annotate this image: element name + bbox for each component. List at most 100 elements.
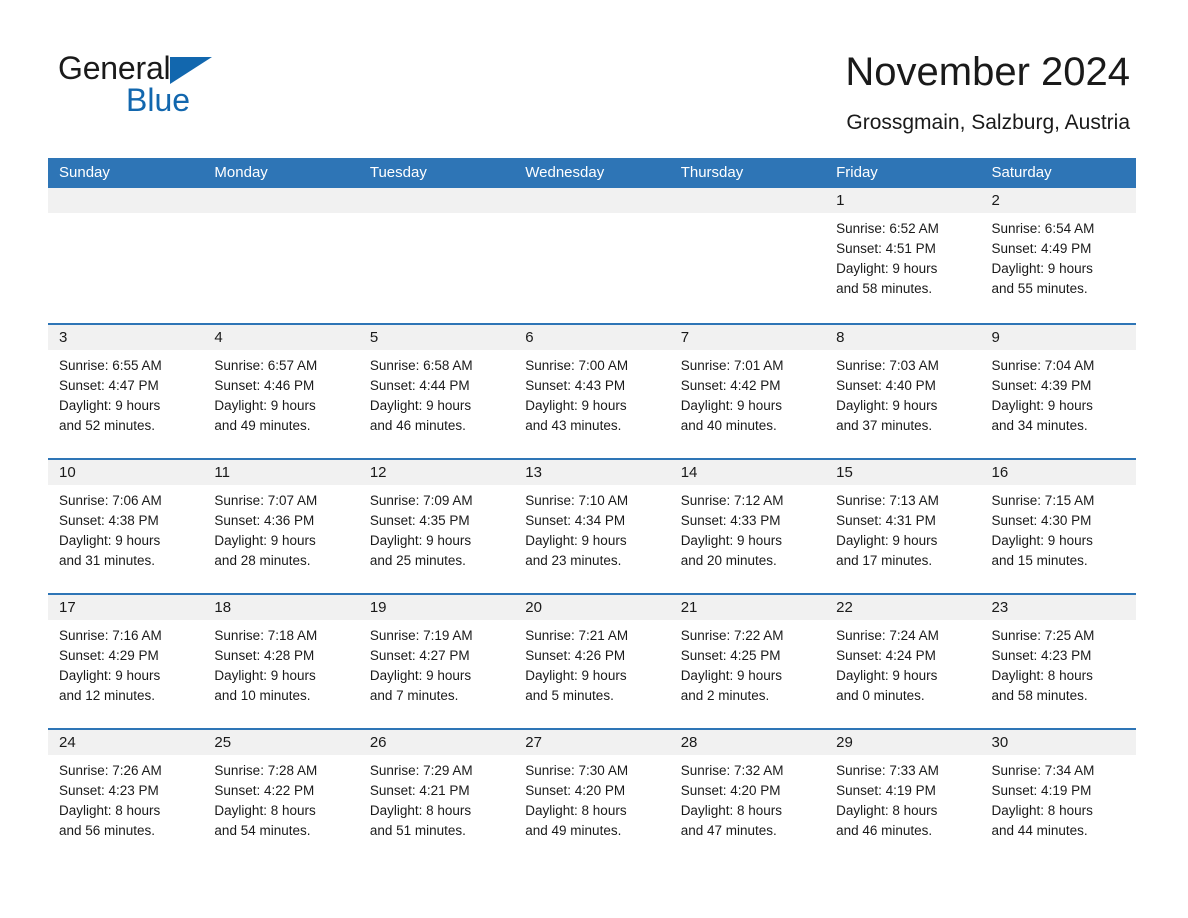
daylight-text-line2: and 28 minutes. <box>214 553 311 568</box>
daylight-text-line2: and 44 minutes. <box>991 823 1088 838</box>
daylight-text-line2: and 49 minutes. <box>525 823 622 838</box>
daylight-text-line1: Daylight: 9 hours <box>836 668 938 683</box>
weekday-header-row: Sunday Monday Tuesday Wednesday Thursday… <box>48 158 1136 188</box>
sunrise-text: Sunrise: 7:00 AM <box>525 358 629 373</box>
sunset-text: Sunset: 4:34 PM <box>525 513 626 528</box>
sunset-text: Sunset: 4:22 PM <box>214 783 315 798</box>
sunset-text: Sunset: 4:35 PM <box>369 513 470 528</box>
day-number <box>681 188 817 213</box>
daylight-text-line1: Daylight: 9 hours <box>214 668 316 683</box>
daylight-text-line2: and 58 minutes. <box>991 688 1088 703</box>
day-number: 6 <box>525 329 534 346</box>
day-number: 26 <box>369 734 387 751</box>
sunrise-text: Sunrise: 7:26 AM <box>59 763 162 778</box>
calendar-day-cell-empty <box>203 188 358 323</box>
calendar-day-cell[interactable]: 9 Sunrise: 7:04 AM Sunset: 4:39 PM Daylight… <box>981 325 1136 458</box>
daylight-text-line1: Daylight: 9 hours <box>836 261 938 276</box>
calendar-day-cell[interactable]: 3 Sunrise: 6:55 AM Sunset: 4:47 PM Daylight… <box>48 325 203 458</box>
daylight-text-line2: and 46 minutes. <box>836 823 933 838</box>
calendar-day-cell[interactable]: 8 Sunrise: 7:03 AM Sunset: 4:40 PM Daylight… <box>825 325 980 458</box>
sunrise-text: Sunrise: 6:54 AM <box>991 221 1095 236</box>
calendar-day-cell[interactable]: 7 Sunrise: 7:01 AM Sunset: 4:42 PM Daylight… <box>670 325 825 458</box>
daylight-text-line2: and 15 minutes. <box>991 553 1088 568</box>
calendar-day-cell[interactable]: 4 Sunrise: 6:57 AM Sunset: 4:46 PM Daylight… <box>203 325 358 458</box>
sunrise-text: Sunrise: 7:34 AM <box>991 763 1095 778</box>
calendar-day-cell[interactable]: 22 Sunrise: 7:24 AM Sunset: 4:24 PM Dayligh… <box>825 595 980 728</box>
day-sun-info: Sunrise: 6:55 AM Sunset: 4:47 PM Daylight:… <box>59 356 195 436</box>
day-number: 2 <box>991 192 1000 209</box>
day-number: 21 <box>680 599 698 616</box>
daylight-text-line2: and 37 minutes. <box>836 418 933 433</box>
daylight-text-line1: Daylight: 9 hours <box>991 261 1093 276</box>
daylight-text-line2: and 20 minutes. <box>680 553 777 568</box>
day-sun-info: Sunrise: 7:09 AM Sunset: 4:35 PM Daylight:… <box>370 491 506 571</box>
sunrise-text: Sunrise: 6:52 AM <box>836 221 939 236</box>
calendar-day-cell[interactable]: 26 Sunrise: 7:29 AM Sunset: 4:21 PM Dayligh… <box>359 730 514 863</box>
calendar-day-cell[interactable]: 6 Sunrise: 7:00 AM Sunset: 4:43 PM Daylight… <box>514 325 669 458</box>
daylight-text-line2: and 55 minutes. <box>991 281 1088 296</box>
page-header: General Blue November 2024 Grossgmain, S… <box>0 0 1188 134</box>
calendar-day-cell[interactable]: 5 Sunrise: 6:58 AM Sunset: 4:44 PM Daylight… <box>359 325 514 458</box>
calendar-day-cell[interactable]: 10 Sunrise: 7:06 AM Sunset: 4:38 PM Dayligh… <box>48 460 203 593</box>
daylight-text-line1: Daylight: 9 hours <box>214 533 316 548</box>
calendar-day-cell[interactable]: 19 Sunrise: 7:19 AM Sunset: 4:27 PM Dayligh… <box>359 595 514 728</box>
day-number: 28 <box>680 734 698 751</box>
calendar-day-cell[interactable]: 20 Sunrise: 7:21 AM Sunset: 4:26 PM Dayligh… <box>514 595 669 728</box>
weekday-header-saturday: Saturday <box>991 164 1052 181</box>
day-sun-info: Sunrise: 7:32 AM Sunset: 4:20 PM Daylight:… <box>681 761 817 841</box>
calendar-day-cell[interactable]: 23 Sunrise: 7:25 AM Sunset: 4:23 PM Dayligh… <box>981 595 1136 728</box>
sunset-text: Sunset: 4:36 PM <box>214 513 315 528</box>
calendar-day-cell[interactable]: 29 Sunrise: 7:33 AM Sunset: 4:19 PM Dayligh… <box>825 730 980 863</box>
calendar-day-cell[interactable]: 13 Sunrise: 7:10 AM Sunset: 4:34 PM Dayligh… <box>514 460 669 593</box>
day-number: 27 <box>525 734 542 751</box>
sunset-text: Sunset: 4:26 PM <box>525 648 626 663</box>
sunset-text: Sunset: 4:33 PM <box>680 513 781 528</box>
daylight-text-line1: Daylight: 8 hours <box>369 803 472 818</box>
daylight-text-line2: and 31 minutes. <box>59 553 156 568</box>
calendar-day-cell[interactable]: 1 Sunrise: 6:52 AM Sunset: 4:51 PM Daylight… <box>825 188 980 323</box>
calendar-day-cell[interactable]: 21 Sunrise: 7:22 AM Sunset: 4:25 PM Dayligh… <box>670 595 825 728</box>
daylight-text-line2: and 58 minutes. <box>836 281 933 296</box>
calendar-day-cell[interactable]: 15 Sunrise: 7:13 AM Sunset: 4:31 PM Dayligh… <box>825 460 980 593</box>
sunrise-text: Sunrise: 7:10 AM <box>525 493 629 508</box>
weekday-header-thursday: Thursday <box>680 164 744 181</box>
sunset-text: Sunset: 4:30 PM <box>991 513 1092 528</box>
weekday-header-sunday: Sunday <box>59 164 110 181</box>
calendar-day-cell[interactable]: 25 Sunrise: 7:28 AM Sunset: 4:22 PM Dayligh… <box>203 730 358 863</box>
sunrise-text: Sunrise: 7:13 AM <box>836 493 939 508</box>
day-number: 19 <box>369 599 387 616</box>
calendar-day-cell[interactable]: 14 Sunrise: 7:12 AM Sunset: 4:33 PM Dayligh… <box>670 460 825 593</box>
weekday-header-monday: Monday <box>214 164 268 181</box>
sunset-text: Sunset: 4:25 PM <box>680 648 781 663</box>
calendar-weeks: 1 Sunrise: 6:52 AM Sunset: 4:51 PM Daylight… <box>48 188 1136 863</box>
calendar-day-cell[interactable]: 11 Sunrise: 7:07 AM Sunset: 4:36 PM Dayligh… <box>203 460 358 593</box>
calendar-day-cell[interactable]: 2 Sunrise: 6:54 AM Sunset: 4:49 PM Daylight… <box>981 188 1136 323</box>
calendar-day-cell[interactable]: 30 Sunrise: 7:34 AM Sunset: 4:19 PM Dayligh… <box>981 730 1136 863</box>
calendar-day-cell[interactable]: 18 Sunrise: 7:18 AM Sunset: 4:28 PM Dayligh… <box>203 595 358 728</box>
calendar-day-cell[interactable]: 17 Sunrise: 7:16 AM Sunset: 4:29 PM Dayligh… <box>48 595 203 728</box>
daylight-text-line1: Daylight: 8 hours <box>680 803 782 818</box>
sunset-text: Sunset: 4:44 PM <box>369 378 470 393</box>
sunrise-text: Sunrise: 7:15 AM <box>991 493 1095 508</box>
daylight-text-line1: Daylight: 9 hours <box>836 398 938 413</box>
sunrise-text: Sunrise: 6:57 AM <box>214 358 318 373</box>
calendar-day-cell[interactable]: 27 Sunrise: 7:30 AM Sunset: 4:20 PM Dayligh… <box>514 730 669 863</box>
day-sun-info: Sunrise: 7:04 AM Sunset: 4:39 PM Daylight:… <box>992 356 1128 436</box>
sunrise-text: Sunrise: 7:28 AM <box>214 763 318 778</box>
day-sun-info: Sunrise: 7:30 AM Sunset: 4:20 PM Daylight:… <box>525 761 661 841</box>
day-number: 13 <box>525 464 542 481</box>
calendar-day-cell[interactable]: 28 Sunrise: 7:32 AM Sunset: 4:20 PM Dayligh… <box>670 730 825 863</box>
day-sun-info: Sunrise: 7:18 AM Sunset: 4:28 PM Daylight:… <box>214 626 350 706</box>
day-number: 16 <box>991 464 1009 481</box>
calendar-day-cell[interactable]: 16 Sunrise: 7:15 AM Sunset: 4:30 PM Dayligh… <box>981 460 1136 593</box>
daylight-text-line1: Daylight: 9 hours <box>59 668 161 683</box>
calendar-day-cell[interactable]: 12 Sunrise: 7:09 AM Sunset: 4:35 PM Dayligh… <box>359 460 514 593</box>
sunrise-text: Sunrise: 7:33 AM <box>836 763 939 778</box>
sunrise-text: Sunrise: 7:03 AM <box>836 358 939 373</box>
sunset-text: Sunset: 4:31 PM <box>836 513 936 528</box>
calendar-day-cell[interactable]: 24 Sunrise: 7:26 AM Sunset: 4:23 PM Dayligh… <box>48 730 203 863</box>
daylight-text-line2: and 34 minutes. <box>991 418 1088 433</box>
daylight-text-line1: Daylight: 9 hours <box>525 533 627 548</box>
day-number: 24 <box>59 734 76 751</box>
daylight-text-line1: Daylight: 9 hours <box>214 398 316 413</box>
